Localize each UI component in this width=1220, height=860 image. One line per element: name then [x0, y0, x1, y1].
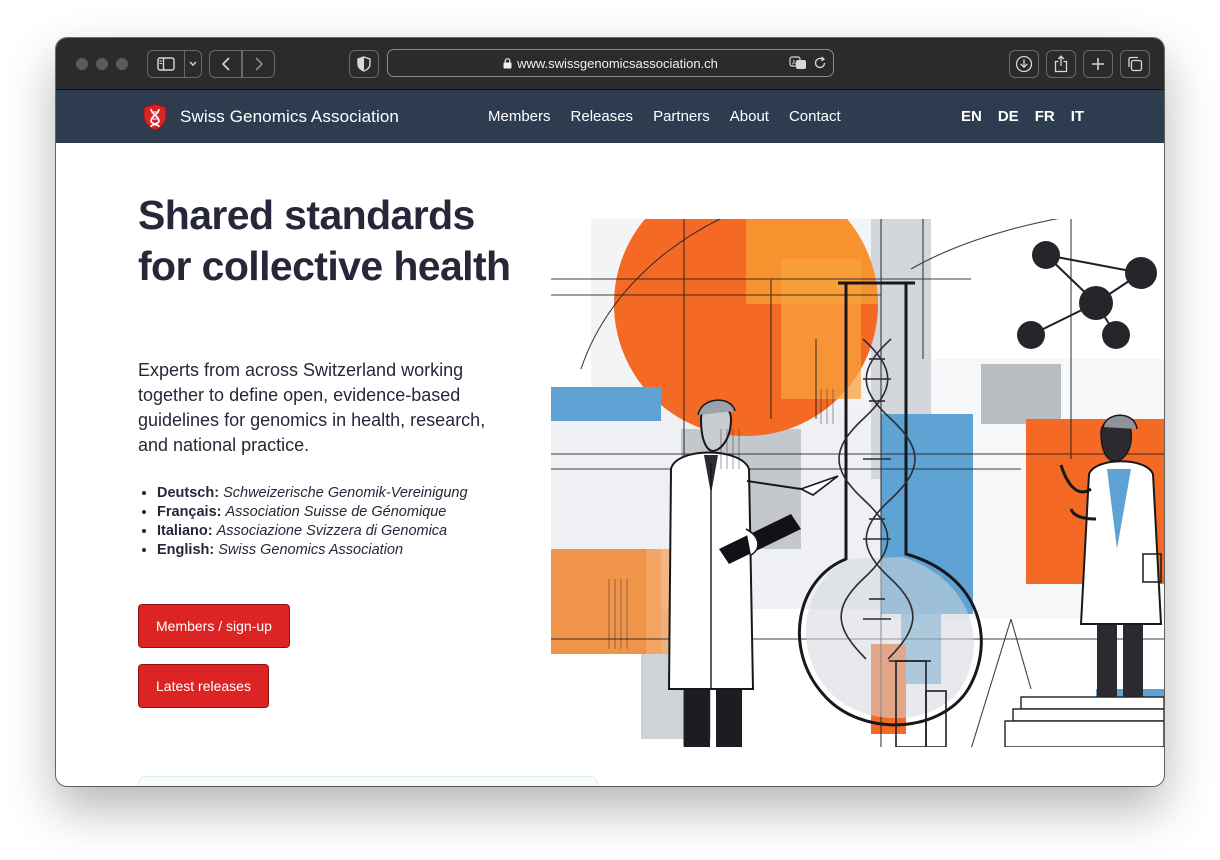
- shield-icon: [357, 56, 371, 72]
- chevron-right-icon: [254, 57, 263, 71]
- dna-shield-logo-icon[interactable]: [140, 102, 170, 132]
- close-window-button[interactable]: [76, 58, 88, 70]
- address-bar[interactable]: www.swissgenomicsassociation.ch A: [387, 49, 834, 77]
- lang-link-fr[interactable]: FR: [1035, 90, 1055, 143]
- latest-releases-button[interactable]: Latest releases: [138, 664, 269, 708]
- tab-overview-button[interactable]: [1120, 50, 1150, 78]
- minimize-window-button[interactable]: [96, 58, 108, 70]
- hero-title: Shared standards for collective health: [138, 192, 511, 289]
- back-button[interactable]: [209, 50, 242, 78]
- lang-link-it[interactable]: IT: [1071, 90, 1084, 143]
- plus-icon: [1092, 58, 1104, 70]
- zoom-window-button[interactable]: [116, 58, 128, 70]
- hero-lead: Experts from across Switzerland working …: [138, 360, 486, 455]
- nav-link-contact[interactable]: Contact: [789, 90, 841, 143]
- lang-link-en[interactable]: EN: [961, 90, 982, 143]
- downloads-button[interactable]: [1009, 50, 1039, 78]
- tab-group-menu-button[interactable]: [184, 50, 202, 78]
- lang-link-de[interactable]: DE: [998, 90, 1019, 143]
- hero-illustration: [551, 219, 1164, 747]
- nav-link-members[interactable]: Members: [488, 90, 551, 143]
- list-item: Deutsch: Schweizerische Genomik-Vereinig…: [157, 484, 547, 503]
- main-menu: Members Releases Partners About Contact: [488, 90, 841, 143]
- reload-icon[interactable]: [813, 56, 827, 75]
- nav-link-about[interactable]: About: [730, 90, 769, 143]
- site-brand-link[interactable]: Swiss Genomics Association: [180, 90, 399, 143]
- lock-icon: [503, 58, 512, 69]
- share-icon: [1054, 55, 1068, 73]
- language-label: Deutsch:: [157, 485, 220, 501]
- new-tab-button[interactable]: [1083, 50, 1113, 78]
- site-navbar: Swiss Genomics Association Members Relea…: [56, 90, 1164, 143]
- language-label: Italiano:: [157, 523, 213, 539]
- browser-window: www.swissgenomicsassociation.ch A Swiss …: [56, 38, 1164, 786]
- list-item: English: Swiss Genomics Association: [157, 541, 547, 560]
- language-switcher: EN DE FR IT: [961, 90, 1084, 143]
- language-label: English:: [157, 542, 215, 558]
- tabs-icon: [1128, 56, 1143, 72]
- association-name: Swiss Genomics Association: [218, 542, 404, 558]
- privacy-report-button[interactable]: [349, 50, 379, 78]
- association-name: Schweizerische Genomik-Vereinigung: [223, 485, 468, 501]
- share-button[interactable]: [1046, 50, 1076, 78]
- info-card: [138, 776, 598, 786]
- translated-names-list: Deutsch: Schweizerische Genomik-Vereinig…: [157, 484, 547, 560]
- translate-icon[interactable]: A: [789, 56, 807, 75]
- association-name: Association Suisse de Génomique: [225, 504, 447, 520]
- list-item: Italiano: Associazione Svizzera di Genom…: [157, 522, 547, 541]
- language-label: Français:: [157, 504, 222, 520]
- sidebar-toggle-button[interactable]: [147, 50, 185, 78]
- browser-toolbar: www.swissgenomicsassociation.ch A: [56, 38, 1164, 90]
- chevron-down-icon: [189, 61, 197, 66]
- association-name: Associazione Svizzera di Genomica: [216, 523, 448, 539]
- download-icon: [1015, 55, 1033, 73]
- chevron-left-icon: [221, 57, 230, 71]
- forward-button[interactable]: [242, 50, 275, 78]
- nav-link-partners[interactable]: Partners: [653, 90, 710, 143]
- sidebar-icon: [157, 57, 175, 71]
- members-signup-button[interactable]: Members / sign-up: [138, 604, 290, 648]
- nav-link-releases[interactable]: Releases: [571, 90, 634, 143]
- list-item: Français: Association Suisse de Génomiqu…: [157, 503, 547, 522]
- url-text: www.swissgenomicsassociation.ch: [517, 56, 718, 71]
